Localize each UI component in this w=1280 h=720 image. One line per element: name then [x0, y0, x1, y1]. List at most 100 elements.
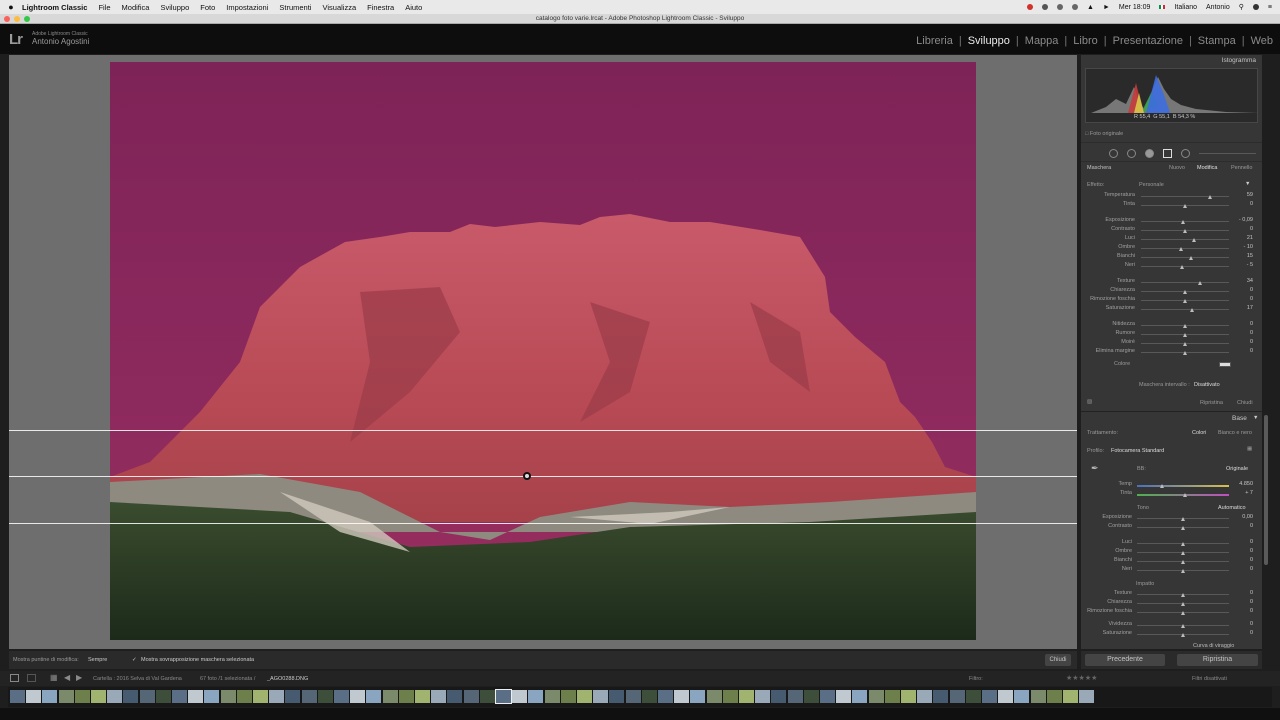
- filmstrip-thumbnail[interactable]: [901, 690, 916, 703]
- filmstrip-thumbnail[interactable]: [1014, 690, 1030, 703]
- filmstrip-thumbnail[interactable]: [965, 690, 981, 703]
- filmstrip-thumbnail[interactable]: [917, 690, 933, 703]
- base-slider-handle[interactable]: [1181, 542, 1185, 546]
- mask-slider-handle[interactable]: [1183, 351, 1187, 355]
- filmstrip-thumbnail[interactable]: [820, 690, 835, 703]
- filmstrip-thumbnail[interactable]: [74, 690, 90, 703]
- minimize-window-icon[interactable]: [14, 16, 20, 22]
- mask-slider-value[interactable]: 15: [1231, 253, 1253, 259]
- filmstrip-thumbnail[interactable]: [253, 690, 268, 703]
- filmstrip-thumbnail[interactable]: [609, 690, 625, 703]
- filmstrip-thumbnail[interactable]: [91, 690, 106, 703]
- module-web[interactable]: Web: [1250, 35, 1274, 47]
- apple-menu-icon[interactable]: ●: [0, 2, 22, 12]
- filmstrip-thumbnail[interactable]: [787, 690, 803, 703]
- filmstrip-thumbnail[interactable]: [674, 690, 690, 703]
- input-language[interactable]: Italiano: [1174, 4, 1197, 11]
- module-libreria[interactable]: Libreria: [915, 35, 954, 47]
- filmstrip-thumbnail[interactable]: [658, 690, 673, 703]
- mask-slider-handle[interactable]: [1180, 265, 1185, 269]
- filmstrip-thumbnail[interactable]: [836, 690, 852, 703]
- mask-slider-value[interactable]: 17: [1231, 305, 1253, 311]
- filmstrip-thumbnail[interactable]: [1079, 690, 1095, 703]
- menu-modifica[interactable]: Modifica: [122, 3, 150, 12]
- mask-slider-value[interactable]: 34: [1231, 278, 1253, 284]
- mask-slider-handle[interactable]: [1183, 333, 1187, 337]
- filmstrip-thumbnail[interactable]: [479, 690, 495, 703]
- mask-slider-track[interactable]: [1141, 282, 1229, 283]
- filmstrip-thumbnail[interactable]: [285, 690, 301, 703]
- filmstrip-thumbnail[interactable]: [155, 690, 171, 703]
- filmstrip-thumbnail[interactable]: [544, 690, 560, 703]
- filmstrip-thumbnail[interactable]: [868, 690, 884, 703]
- filmstrip-thumbnail[interactable]: [803, 690, 819, 703]
- filmstrip-thumbnail[interactable]: [415, 690, 430, 703]
- red-eye-tool-icon[interactable]: [1145, 149, 1154, 158]
- search-icon[interactable]: ⚲: [1239, 3, 1244, 11]
- base-panel-toggle-icon[interactable]: ▼: [1253, 415, 1258, 421]
- mask-slider-handle[interactable]: [1191, 238, 1196, 242]
- module-mappa[interactable]: Mappa: [1024, 35, 1060, 47]
- previous-button[interactable]: Precedente: [1085, 654, 1165, 666]
- base-slider-handle[interactable]: [1181, 611, 1185, 615]
- filmstrip-thumbnail[interactable]: [220, 690, 236, 703]
- toggle-mask-icon[interactable]: ▨: [1087, 399, 1092, 405]
- mask-slider-value[interactable]: 21: [1231, 235, 1253, 241]
- effect-panel-toggle-icon[interactable]: ▼: [1245, 181, 1250, 187]
- mask-slider-value[interactable]: - 0,09: [1231, 217, 1253, 223]
- filmstrip-thumbnail[interactable]: [884, 690, 900, 703]
- radial-filter-tool-icon[interactable]: [1181, 149, 1190, 158]
- original-photo-checkbox[interactable]: □ Foto originale: [1085, 131, 1123, 137]
- base-slider-handle[interactable]: [1181, 560, 1185, 564]
- mask-slider-handle[interactable]: [1183, 204, 1187, 208]
- mask-slider-value[interactable]: 0: [1231, 348, 1253, 354]
- display-2-icon[interactable]: [27, 674, 36, 682]
- mask-slider-track[interactable]: [1141, 309, 1229, 310]
- module-stampa[interactable]: Stampa: [1197, 35, 1237, 47]
- filmstrip-thumbnail[interactable]: [982, 690, 997, 703]
- base-slider-handle[interactable]: [1181, 602, 1185, 606]
- filmstrip-thumbnail[interactable]: [690, 690, 706, 703]
- base-slider-value[interactable]: 0: [1231, 566, 1253, 572]
- filmstrip-thumbnail[interactable]: [1046, 690, 1062, 703]
- wb-tint-value[interactable]: + 7: [1231, 490, 1253, 496]
- mask-slider-value[interactable]: 0: [1231, 330, 1253, 336]
- menu-sviluppo[interactable]: Sviluppo: [160, 3, 189, 12]
- filmstrip-thumbnail[interactable]: [593, 690, 609, 703]
- filmstrip-thumbnail[interactable]: [350, 690, 366, 703]
- grid-view-icon[interactable]: ▦: [50, 673, 58, 682]
- menu-aiuto[interactable]: Aiuto: [405, 3, 422, 12]
- filmstrip-thumbnail[interactable]: [382, 690, 398, 703]
- mask-slider-track[interactable]: [1141, 266, 1229, 267]
- mask-slider-track[interactable]: [1141, 239, 1229, 240]
- gradient-line-center[interactable]: [9, 476, 1077, 477]
- show-pins-select[interactable]: Sempre: [88, 657, 107, 663]
- base-panel-title[interactable]: Base: [1232, 415, 1247, 422]
- filmstrip-filename[interactable]: _AGO0288.DNG: [267, 676, 308, 682]
- wb-tint-handle[interactable]: [1182, 493, 1187, 497]
- profile-browser-icon[interactable]: ▦: [1247, 446, 1252, 452]
- mask-slider-handle[interactable]: [1207, 195, 1212, 199]
- filter-select[interactable]: Filtri disattivati: [1192, 676, 1227, 682]
- filmstrip-thumbnail[interactable]: [641, 690, 657, 703]
- mask-reset-button[interactable]: Ripristina: [1200, 400, 1223, 406]
- gradient-line-top[interactable]: [9, 430, 1077, 431]
- module-libro[interactable]: Libro: [1072, 35, 1098, 47]
- filmstrip-thumbnail[interactable]: [771, 690, 787, 703]
- siri-icon[interactable]: [1252, 4, 1259, 10]
- wifi-icon[interactable]: ▲: [1087, 4, 1094, 11]
- filmstrip-thumbnail[interactable]: [755, 690, 771, 703]
- mask-slider-handle[interactable]: [1197, 281, 1202, 285]
- filmstrip-thumbnail[interactable]: [933, 690, 949, 703]
- reset-button[interactable]: Ripristina: [1177, 654, 1258, 666]
- bottom-panel-toggle[interactable]: [0, 708, 1280, 720]
- mask-slider-value[interactable]: - 10: [1231, 244, 1253, 250]
- user-name[interactable]: Antonio: [1206, 4, 1230, 11]
- mask-slider-handle[interactable]: [1181, 220, 1186, 224]
- base-slider-value[interactable]: 0: [1231, 621, 1253, 627]
- mask-slider-track[interactable]: [1141, 257, 1229, 258]
- filmstrip-thumbnail[interactable]: [366, 690, 382, 703]
- mask-slider-handle[interactable]: [1190, 308, 1195, 312]
- mask-slider-handle[interactable]: [1183, 299, 1187, 303]
- mask-slider-handle[interactable]: [1189, 256, 1194, 260]
